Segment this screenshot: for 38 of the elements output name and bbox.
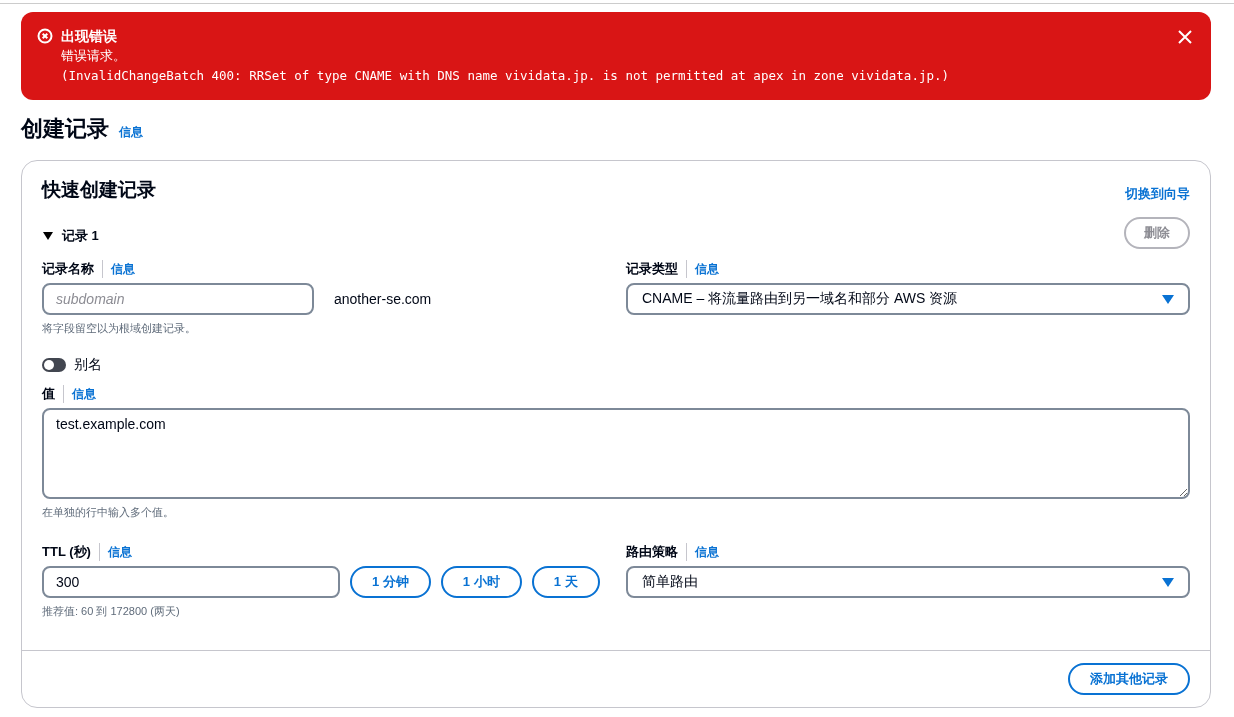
record-type-select[interactable]: CNAME – 将流量路由到另一域名和部分 AWS 资源 (626, 283, 1190, 315)
record-name-input[interactable]: subdomain (42, 283, 314, 315)
alert-message: 错误请求。 (61, 47, 127, 65)
page-title: 创建记录 (21, 115, 109, 143)
ttl-preset-button[interactable]: 1 天 (531, 566, 600, 598)
error-icon (37, 28, 53, 44)
field-label: 路由策略 (626, 543, 687, 561)
field-label: 值 (42, 385, 64, 403)
alias-toggle[interactable] (42, 358, 66, 372)
ttl-input[interactable]: 300 (42, 566, 340, 598)
info-link[interactable]: 信息 (695, 260, 719, 278)
caret-icon (1162, 577, 1174, 587)
record-toggle[interactable]: 记录 1 (42, 227, 99, 245)
info-link[interactable]: 信息 (111, 260, 135, 278)
info-link[interactable]: 信息 (72, 385, 96, 403)
caret-icon (1162, 294, 1174, 304)
toggle-label: 别名 (74, 356, 102, 374)
alert-detail: (InvalidChangeBatch 400: RRSet of type CNAME with DNS name vividata.jp. is not permitted at apex in zone vividata.jp.) (61, 67, 951, 85)
domain-suffix: another-se.com (334, 291, 432, 307)
ttl-preset-button[interactable]: 1 分钟 (350, 566, 431, 598)
info-link[interactable]: 信息 (119, 124, 143, 141)
field-hint: 在单独的行中输入多个值。 (42, 505, 175, 520)
ttl-preset-button[interactable]: 1 小时 (440, 566, 522, 598)
card-title: 快速创建记录 (42, 178, 156, 202)
field-label: 记录名称 (42, 260, 103, 278)
close-icon[interactable] (1177, 29, 1193, 45)
switch-wizard-link[interactable]: 切换到向导 (1125, 185, 1190, 203)
field-label: TTL (秒) (42, 543, 100, 561)
info-link[interactable]: 信息 (695, 543, 719, 561)
field-hint: 推荐值: 60 到 172800 (两天) (42, 604, 181, 619)
value-textarea[interactable]: test.example.com (42, 408, 1190, 499)
field-label: 记录类型 (626, 260, 687, 278)
routing-policy-select[interactable]: 简单路由 (626, 566, 1190, 598)
caret-icon (42, 231, 54, 241)
field-hint: 将字段留空以为根域创建记录。 (42, 321, 197, 336)
add-record-button[interactable]: 添加其他记录 (1068, 663, 1190, 695)
info-link[interactable]: 信息 (107, 543, 132, 561)
alert-title: 出现错误 (61, 27, 118, 46)
